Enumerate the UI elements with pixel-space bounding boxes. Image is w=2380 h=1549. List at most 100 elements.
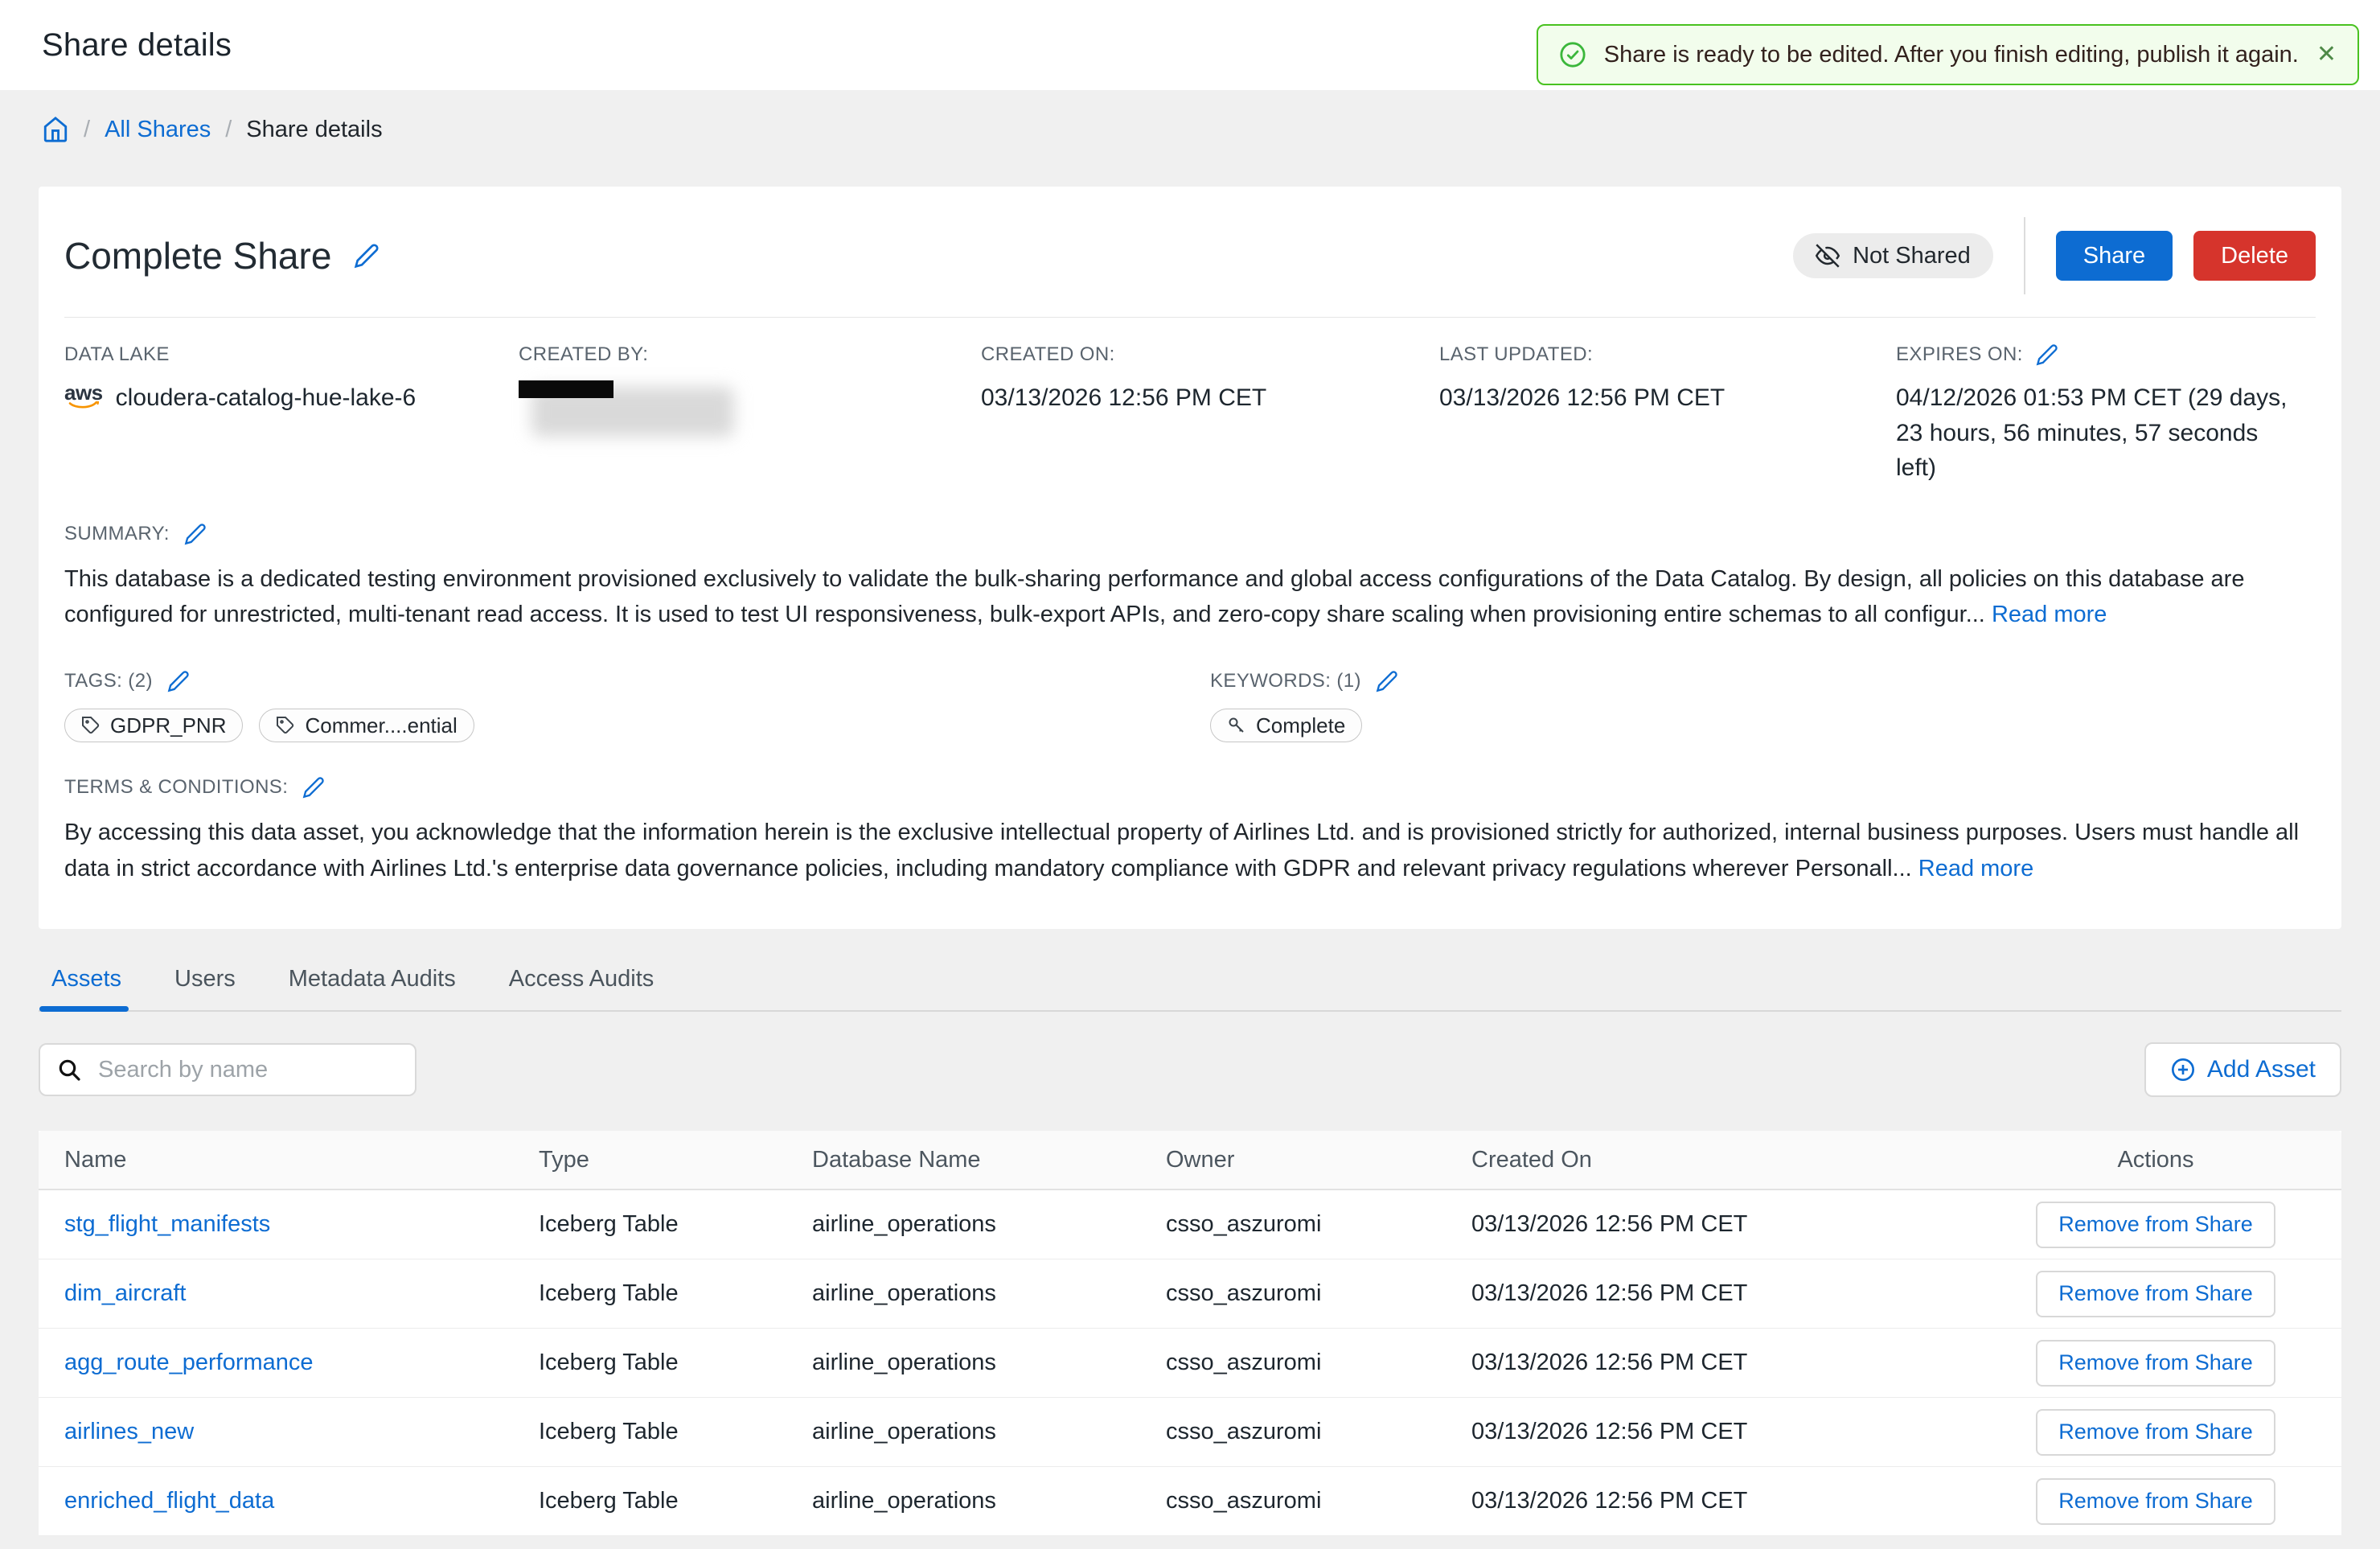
edit-terms-icon[interactable]	[302, 776, 325, 799]
tags-keywords-row: TAGS: (2) GDPR_PNR Commer....ential KEYW…	[64, 670, 2316, 742]
keywords-label: KEYWORDS: (1)	[1210, 670, 1361, 692]
breadcrumb-separator: /	[84, 117, 90, 143]
asset-database: airline_operations	[812, 1488, 1166, 1514]
asset-name-link[interactable]: stg_flight_manifests	[64, 1211, 539, 1238]
search-input[interactable]	[96, 1056, 403, 1084]
search-box[interactable]	[39, 1043, 416, 1096]
tab-users[interactable]: Users	[173, 955, 237, 1010]
check-circle-icon	[1559, 41, 1586, 68]
remove-from-share-button[interactable]: Remove from Share	[2036, 1409, 2275, 1456]
column-header-name: Name	[64, 1147, 539, 1173]
page-title: Share details	[42, 27, 232, 64]
summary-read-more-link[interactable]: Read more	[1992, 602, 2107, 627]
column-header-database: Database Name	[812, 1147, 1166, 1173]
asset-owner: csso_aszuromi	[1166, 1350, 1471, 1376]
asset-database: airline_operations	[812, 1280, 1166, 1307]
keyword-pill[interactable]: Complete	[1210, 709, 1362, 742]
share-button[interactable]: Share	[2056, 231, 2173, 281]
edit-expires-icon[interactable]	[2036, 343, 2058, 366]
tag-pill[interactable]: Commer....ential	[259, 709, 474, 742]
terms-label: TERMS & CONDITIONS:	[64, 776, 288, 799]
created-on-value: 03/13/2026 12:56 PM CET	[981, 380, 1439, 416]
edit-tags-icon[interactable]	[167, 670, 190, 692]
created-by-label: CREATED BY:	[519, 343, 981, 366]
last-updated-value: 03/13/2026 12:56 PM CET	[1439, 380, 1896, 416]
asset-database: airline_operations	[812, 1211, 1166, 1238]
data-lake-label: DATA LAKE	[64, 343, 519, 366]
eye-off-icon	[1816, 244, 1840, 268]
asset-owner: csso_aszuromi	[1166, 1488, 1471, 1514]
tab-access-audits[interactable]: Access Audits	[507, 955, 656, 1010]
asset-database: airline_operations	[812, 1419, 1166, 1445]
last-updated-label: LAST UPDATED:	[1439, 343, 1896, 366]
remove-from-share-button[interactable]: Remove from Share	[2036, 1202, 2275, 1248]
asset-created-on: 03/13/2026 12:56 PM CET	[1471, 1350, 2018, 1376]
tabs-bar: Assets Users Metadata Audits Access Audi…	[39, 955, 2341, 1012]
status-badge-label: Not Shared	[1853, 243, 1971, 269]
created-on-label: CREATED ON:	[981, 343, 1439, 366]
status-badge: Not Shared	[1793, 233, 1993, 278]
terms-section: TERMS & CONDITIONS: By accessing this da…	[64, 776, 2316, 887]
asset-type: Iceberg Table	[539, 1419, 812, 1445]
tags-label: TAGS: (2)	[64, 670, 153, 692]
tab-metadata-audits[interactable]: Metadata Audits	[287, 955, 458, 1010]
table-row: agg_route_performance Iceberg Table airl…	[39, 1329, 2341, 1398]
column-header-type: Type	[539, 1147, 812, 1173]
asset-created-on: 03/13/2026 12:56 PM CET	[1471, 1280, 2018, 1307]
column-header-actions: Actions	[2018, 1147, 2341, 1173]
table-header-row: Name Type Database Name Owner Created On…	[39, 1131, 2341, 1190]
aws-logo-icon: aws	[64, 385, 103, 411]
meta-expires-on: EXPIRES ON: 04/12/2026 01:53 PM CET (29 …	[1896, 343, 2316, 486]
breadcrumb-current: Share details	[246, 117, 382, 143]
share-title: Complete Share	[64, 234, 331, 277]
edit-keywords-icon[interactable]	[1376, 670, 1398, 692]
success-toast: Share is ready to be edited. After you f…	[1537, 24, 2359, 85]
tag-pill[interactable]: GDPR_PNR	[64, 709, 243, 742]
tab-assets[interactable]: Assets	[50, 955, 123, 1010]
asset-name-link[interactable]: enriched_flight_data	[64, 1488, 539, 1514]
keywords-section: KEYWORDS: (1) Complete	[1210, 670, 2316, 742]
close-icon[interactable]: ✕	[2316, 43, 2337, 67]
assets-toolbar: Add Asset	[39, 1042, 2341, 1097]
remove-from-share-button[interactable]: Remove from Share	[2036, 1478, 2275, 1525]
tag-label: GDPR_PNR	[110, 713, 226, 738]
asset-owner: csso_aszuromi	[1166, 1419, 1471, 1445]
asset-name-link[interactable]: dim_aircraft	[64, 1280, 539, 1307]
asset-database: airline_operations	[812, 1350, 1166, 1376]
assets-table: Name Type Database Name Owner Created On…	[39, 1131, 2341, 1536]
add-asset-button[interactable]: Add Asset	[2144, 1042, 2341, 1097]
breadcrumb-separator: /	[225, 117, 232, 143]
asset-name-link[interactable]: airlines_new	[64, 1419, 539, 1445]
tag-label: Commer....ential	[305, 713, 457, 738]
asset-owner: csso_aszuromi	[1166, 1280, 1471, 1307]
tags-section: TAGS: (2) GDPR_PNR Commer....ential	[64, 670, 1210, 742]
delete-button[interactable]: Delete	[2193, 231, 2316, 281]
toast-message: Share is ready to be edited. After you f…	[1604, 42, 2299, 68]
home-icon[interactable]	[42, 116, 69, 143]
asset-created-on: 03/13/2026 12:56 PM CET	[1471, 1488, 2018, 1514]
asset-type: Iceberg Table	[539, 1280, 812, 1307]
asset-type: Iceberg Table	[539, 1488, 812, 1514]
asset-name-link[interactable]: agg_route_performance	[64, 1350, 539, 1376]
data-lake-value: cloudera-catalog-hue-lake-6	[116, 380, 416, 416]
search-icon	[56, 1057, 82, 1083]
summary-label: SUMMARY:	[64, 523, 170, 545]
plus-circle-icon	[2170, 1057, 2196, 1083]
breadcrumb: / All Shares / Share details	[0, 90, 2380, 166]
meta-row: DATA LAKE aws cloudera-catalog-hue-lake-…	[64, 318, 2316, 489]
column-header-created-on: Created On	[1471, 1147, 2018, 1173]
table-row: stg_flight_manifests Iceberg Table airli…	[39, 1190, 2341, 1259]
remove-from-share-button[interactable]: Remove from Share	[2036, 1271, 2275, 1317]
remove-from-share-button[interactable]: Remove from Share	[2036, 1340, 2275, 1387]
edit-title-icon[interactable]	[354, 243, 380, 269]
terms-read-more-link[interactable]: Read more	[1918, 856, 2033, 881]
column-header-owner: Owner	[1166, 1147, 1471, 1173]
meta-created-on: CREATED ON: 03/13/2026 12:56 PM CET	[981, 343, 1439, 486]
table-row: enriched_flight_data Iceberg Table airli…	[39, 1467, 2341, 1536]
edit-summary-icon[interactable]	[184, 523, 207, 545]
add-asset-label: Add Asset	[2207, 1056, 2316, 1083]
meta-last-updated: LAST UPDATED: 03/13/2026 12:56 PM CET	[1439, 343, 1896, 486]
summary-section: SUMMARY: This database is a dedicated te…	[64, 523, 2316, 634]
asset-created-on: 03/13/2026 12:56 PM CET	[1471, 1211, 2018, 1238]
breadcrumb-all-shares[interactable]: All Shares	[105, 117, 211, 143]
